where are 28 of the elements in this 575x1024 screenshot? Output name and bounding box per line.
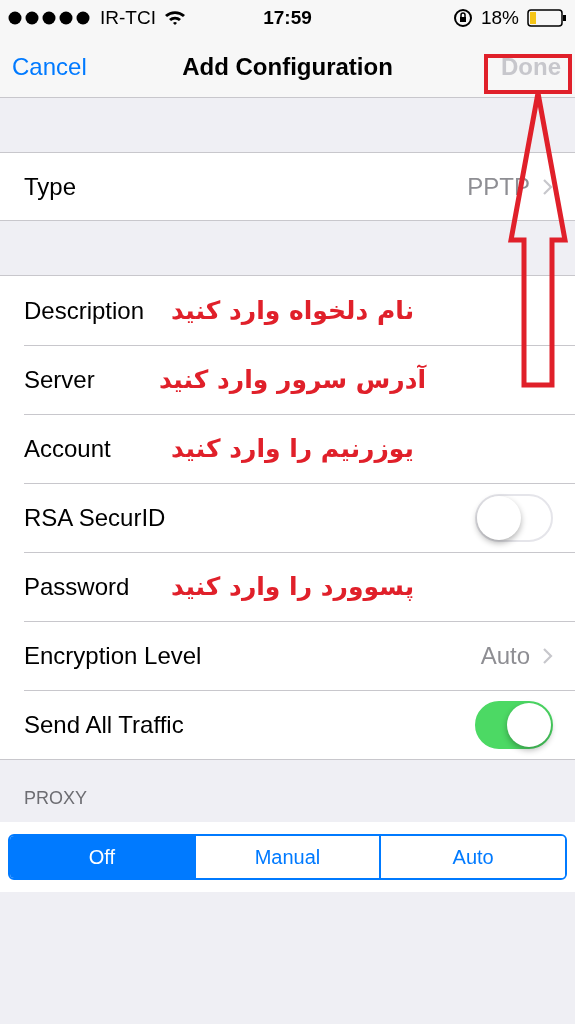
carrier-name: IR-TCI [100, 5, 156, 30]
section-header: PROXY [24, 787, 88, 810]
segment-tab[interactable]: Auto [379, 836, 565, 878]
row-label: Account [24, 433, 111, 464]
rotation-lock-icon [452, 8, 473, 28]
signal-icon [8, 11, 92, 25]
row-value[interactable]: Auto [480, 637, 530, 674]
battery-percentage: 18% [480, 5, 519, 30]
chevron-icon [542, 646, 553, 665]
row-label: Send All Traffic [24, 709, 184, 740]
annotation-text: یوزرنیم را وارد کنید [170, 432, 415, 465]
wifi-icon [163, 10, 186, 26]
battery-icon [527, 8, 567, 28]
row-label: Encryption Level [24, 640, 202, 671]
cancel-button[interactable]: Cancel [12, 48, 87, 85]
annotation-text: پسوورد را وارد کنید [169, 570, 416, 603]
row-label: Server [24, 364, 95, 395]
annotation-text: آدرس سرور وارد کنید [157, 363, 428, 397]
row-label: RSA SecurID [24, 502, 166, 533]
row-label: Password [24, 571, 130, 602]
toggle-switch[interactable] [475, 700, 553, 749]
annotation-text: نام دلخواه وارد کنید [169, 294, 416, 327]
chevron-icon [542, 177, 553, 196]
row-label: Description [24, 295, 145, 326]
type-label: Type [24, 171, 77, 202]
clock-time: 17:59 [263, 5, 312, 30]
screen-title: Add Configuration [182, 51, 393, 82]
segment-tab[interactable]: Off [10, 836, 194, 878]
